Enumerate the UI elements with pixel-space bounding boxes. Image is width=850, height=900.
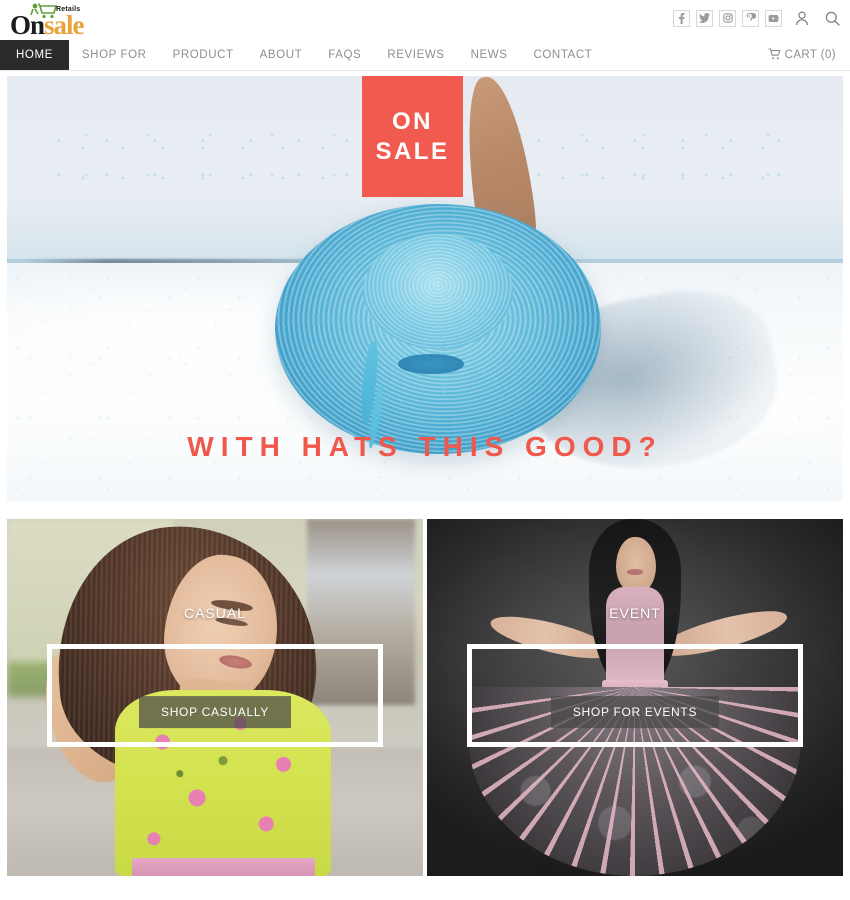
logo-word-on: On [10,10,45,40]
youtube-icon[interactable] [765,9,782,27]
top-bar: Retails Onsale [0,0,850,40]
casual-model-sash [131,858,315,876]
instagram-icon[interactable] [719,9,736,27]
hero-banner[interactable]: ON SALE WITH HATS THIS GOOD? [7,76,843,501]
logo-word-sale: sale [44,10,84,40]
event-heading: EVENT [609,604,661,621]
nav-item-reviews[interactable]: REVIEWS [374,40,457,70]
hat-crown [362,233,513,349]
nav-item-about[interactable]: ABOUT [247,40,316,70]
nav-item-home[interactable]: HOME [0,40,69,70]
event-model-face [616,536,656,594]
on-sale-badge[interactable]: ON SALE [362,76,463,198]
shop-casually-button[interactable]: SHOP CASUALLY [138,695,292,728]
shop-for-events-button[interactable]: SHOP FOR EVENTS [550,695,720,728]
cart-button[interactable]: CART (0) [768,40,836,70]
twitter-icon[interactable] [696,9,713,27]
facebook-icon[interactable] [673,9,690,27]
on-sale-badge-line1: ON [391,107,433,135]
on-sale-badge-line2: SALE [375,137,450,165]
promo-card-casual[interactable]: CASUAL SHOP CASUALLY [7,519,423,876]
site-logo[interactable]: Retails Onsale [6,1,136,39]
nav-item-news[interactable]: NEWS [458,40,521,70]
promo-card-event[interactable]: EVENT SHOP FOR EVENTS [427,519,843,876]
promo-cards: CASUAL SHOP CASUALLY EVENT SHOP FOR EVEN… [7,519,843,876]
hero-tagline: WITH HATS THIS GOOD? [187,431,663,462]
hero-sun-hat [274,203,601,455]
nav-item-shop-for[interactable]: SHOP FOR [69,40,160,70]
casual-heading: CASUAL [183,604,247,621]
hat-band [398,353,464,374]
pinterest-icon[interactable] [742,9,759,27]
cart-label: CART (0) [784,49,836,61]
nav-item-product[interactable]: PRODUCT [160,40,247,70]
cart-icon [768,47,781,63]
search-icon[interactable] [822,8,842,28]
user-icon[interactable] [792,8,812,28]
header-actions [673,8,842,28]
nav-item-contact[interactable]: CONTACT [520,40,605,70]
main-navigation: HOME SHOP FOR PRODUCT ABOUT FAQS REVIEWS… [0,40,850,71]
event-model-smile [626,568,644,575]
nav-item-faqs[interactable]: FAQS [315,40,374,70]
